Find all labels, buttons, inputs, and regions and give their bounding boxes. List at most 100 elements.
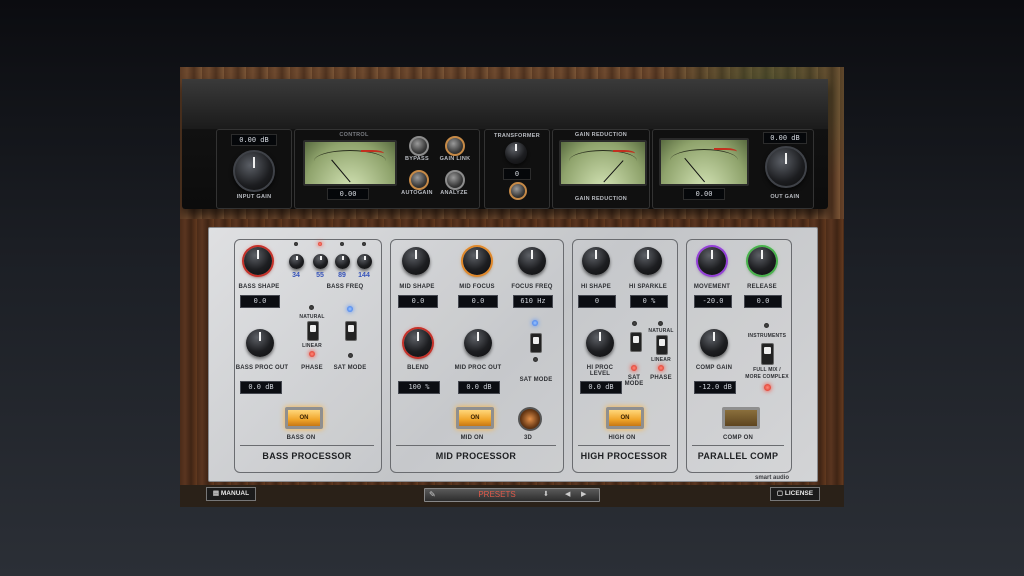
mid-sat-toggle[interactable] [530, 333, 542, 353]
out-gain-readout: 0.00 dB [763, 132, 807, 144]
hi-sat-toggle[interactable] [630, 332, 642, 352]
gain-reduction-panel: GAIN REDUCTION GAIN REDUCTION [552, 129, 650, 209]
rack-lid [182, 79, 828, 129]
transformer-readout: 0 [503, 168, 531, 180]
analyze-button[interactable] [445, 170, 465, 190]
mid-focus-knob[interactable] [463, 247, 491, 275]
hi-proc-level-knob[interactable] [586, 329, 614, 357]
prev-preset-icon[interactable]: ◀ [565, 489, 570, 501]
mid-proc-out-label: MID PROC OUT [454, 365, 502, 371]
mid-on-label: MID ON [460, 435, 484, 441]
freq-led-144 [362, 242, 366, 246]
output-gain-panel: 0.00 0.00 dB OUT GAIN [652, 129, 814, 209]
high-title: HIGH PROCESSOR [580, 451, 668, 461]
manual-label: MANUAL [220, 490, 250, 497]
out-red-zone [714, 147, 737, 155]
download-icon[interactable]: ⬇ [543, 489, 549, 501]
out-gain-knob[interactable] [765, 146, 807, 188]
hi-sat-led [631, 365, 637, 371]
out-gain-label: OUT GAIN [770, 194, 800, 200]
hi-proc-level-readout: 0.0 dB [580, 381, 622, 394]
mid-proc-out-readout: 0.0 dB [458, 381, 500, 394]
hi-natural-label: NATURAL [648, 328, 674, 334]
freq-led-89 [340, 242, 344, 246]
hi-sparkle-knob[interactable] [634, 247, 662, 275]
gr-red-zone [613, 149, 635, 157]
manual-button[interactable]: ▤ MANUAL [206, 487, 256, 501]
natural-led [309, 305, 314, 310]
control-label: CONTROL [339, 132, 369, 138]
comp-mode-toggle[interactable] [761, 343, 774, 365]
movement-knob[interactable] [698, 247, 726, 275]
next-preset-icon[interactable]: ▶ [581, 489, 586, 501]
bass-shape-knob[interactable] [244, 247, 272, 275]
hi-sparkle-label: HI SPARKLE [629, 284, 667, 290]
bass-sat-toggle[interactable] [345, 321, 357, 341]
bass-divider [240, 445, 374, 446]
input-gain-label: INPUT GAIN [236, 194, 272, 200]
transformer-panel: TRANSFORMER 0 [484, 129, 550, 209]
freq-button-89[interactable] [335, 254, 350, 269]
mid-shape-label: MID SHAPE [399, 284, 435, 290]
mid-on-button[interactable]: ON [456, 407, 494, 429]
movement-label: MOVEMENT [693, 284, 731, 290]
high-on-button[interactable]: ON [606, 407, 644, 429]
bass-phase-led [309, 351, 315, 357]
3d-jack-button[interactable] [518, 407, 542, 431]
bypass-label: BYPASS [404, 156, 429, 162]
bass-mode-toggle[interactable] [307, 321, 319, 341]
input-gain-knob[interactable] [233, 150, 275, 192]
bass-on-button[interactable]: ON [285, 407, 323, 429]
transformer-knob[interactable] [505, 142, 527, 164]
high-on-label: HIGH ON [608, 435, 636, 441]
gain-reduction-label-bottom: GAIN REDUCTION [574, 196, 628, 202]
bass-proc-out-readout: 0.0 dB [240, 381, 282, 394]
vu-red-zone [360, 149, 385, 157]
bypass-button[interactable] [409, 136, 429, 156]
presets-bar[interactable]: ✎ PRESETS ⬇ ◀ ▶ [424, 488, 600, 502]
hi-mode-toggle[interactable] [656, 335, 668, 355]
input-vu-meter [303, 140, 397, 186]
freq-button-34[interactable] [289, 254, 304, 269]
hi-natural-led [658, 321, 663, 326]
release-label: RELEASE [747, 284, 777, 290]
freq-button-55[interactable] [313, 254, 328, 269]
input-gain-panel: 0.00 dB INPUT GAIN [216, 129, 292, 209]
mid-proc-out-knob[interactable] [464, 329, 492, 357]
mid-divider [396, 445, 556, 446]
comp-on-label: COMP ON [723, 435, 753, 441]
key-icon: ▢ [776, 490, 784, 497]
mid-sat-led-off [533, 357, 538, 362]
license-label: LICENSE [784, 490, 814, 497]
comp-gain-knob[interactable] [700, 329, 728, 357]
linear-label: LINEAR [302, 343, 322, 349]
gain-reduction-meter [559, 140, 647, 186]
mid-focus-readout: 0.0 [458, 295, 498, 308]
mid-focus-label: MID FOCUS [459, 284, 495, 290]
focus-freq-label: FOCUS FREQ [511, 284, 553, 290]
presets-label[interactable]: PRESETS [465, 489, 529, 501]
more-complex-label: MORE COMPLEX [745, 374, 789, 380]
movement-readout: -20.0 [694, 295, 732, 308]
focus-freq-knob[interactable] [518, 247, 546, 275]
save-preset-icon[interactable]: ✎ [429, 490, 436, 499]
comp-mode-led [764, 384, 771, 391]
freq-button-144[interactable] [357, 254, 372, 269]
hi-shape-knob[interactable] [582, 247, 610, 275]
mid-shape-knob[interactable] [402, 247, 430, 275]
freq-89: 89 [338, 272, 346, 279]
license-button[interactable]: ▢ LICENSE [770, 487, 820, 501]
release-knob[interactable] [748, 247, 776, 275]
freq-55: 55 [316, 272, 324, 279]
bass-phase-label: PHASE [301, 365, 323, 371]
comp-gain-readout: -12.0 dB [694, 381, 736, 394]
blend-knob[interactable] [404, 329, 432, 357]
comp-gain-label: COMP GAIN [695, 365, 733, 371]
autogain-button[interactable] [409, 170, 429, 190]
gain-link-button[interactable] [445, 136, 465, 156]
comp-on-button[interactable] [722, 407, 760, 429]
bass-proc-out-knob[interactable] [246, 329, 274, 357]
gain-reduction-label-top: GAIN REDUCTION [574, 132, 628, 138]
output-meter-readout: 0.00 [683, 188, 725, 200]
transformer-button[interactable] [509, 182, 527, 200]
